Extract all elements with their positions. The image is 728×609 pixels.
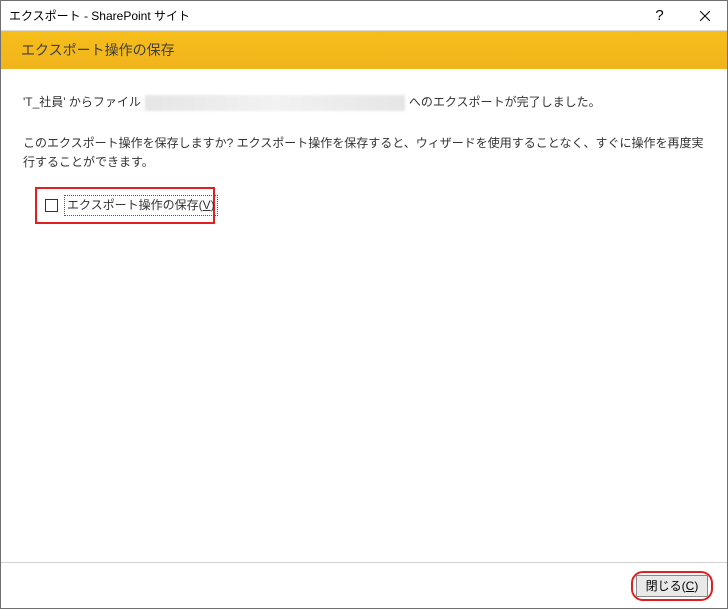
close-button[interactable]: 閉じる(C) <box>636 575 708 597</box>
close-icon <box>700 11 710 21</box>
titlebar: エクスポート - SharePoint サイト ? <box>1 1 727 31</box>
close-button-highlight: 閉じる(C) <box>631 571 713 601</box>
redacted-filepath <box>145 95 405 111</box>
save-export-checkbox[interactable] <box>45 199 58 212</box>
close-window-button[interactable] <box>682 1 727 30</box>
window-title: エクスポート - SharePoint サイト <box>9 7 637 24</box>
wizard-content: 'T_社員' からファイル へのエクスポートが完了しました。 このエクスポート操… <box>1 69 727 562</box>
export-complete-message: 'T_社員' からファイル へのエクスポートが完了しました。 <box>23 93 705 112</box>
save-steps-highlight: エクスポート操作の保存(V) <box>35 187 215 224</box>
export-wizard-dialog: エクスポート - SharePoint サイト ? エクスポート操作の保存 'T… <box>0 0 728 609</box>
message-suffix: へのエクスポートが完了しました。 <box>409 93 601 112</box>
help-button[interactable]: ? <box>637 1 682 30</box>
wizard-banner-title: エクスポート操作の保存 <box>21 40 175 60</box>
save-export-checkbox-label[interactable]: エクスポート操作の保存(V) <box>64 195 218 216</box>
message-prefix: 'T_社員' からファイル <box>23 93 141 112</box>
wizard-banner: エクスポート操作の保存 <box>1 31 727 69</box>
save-prompt-message: このエクスポート操作を保存しますか? エクスポート操作を保存すると、ウィザードを… <box>23 134 705 172</box>
wizard-footer: 閉じる(C) <box>1 562 727 608</box>
